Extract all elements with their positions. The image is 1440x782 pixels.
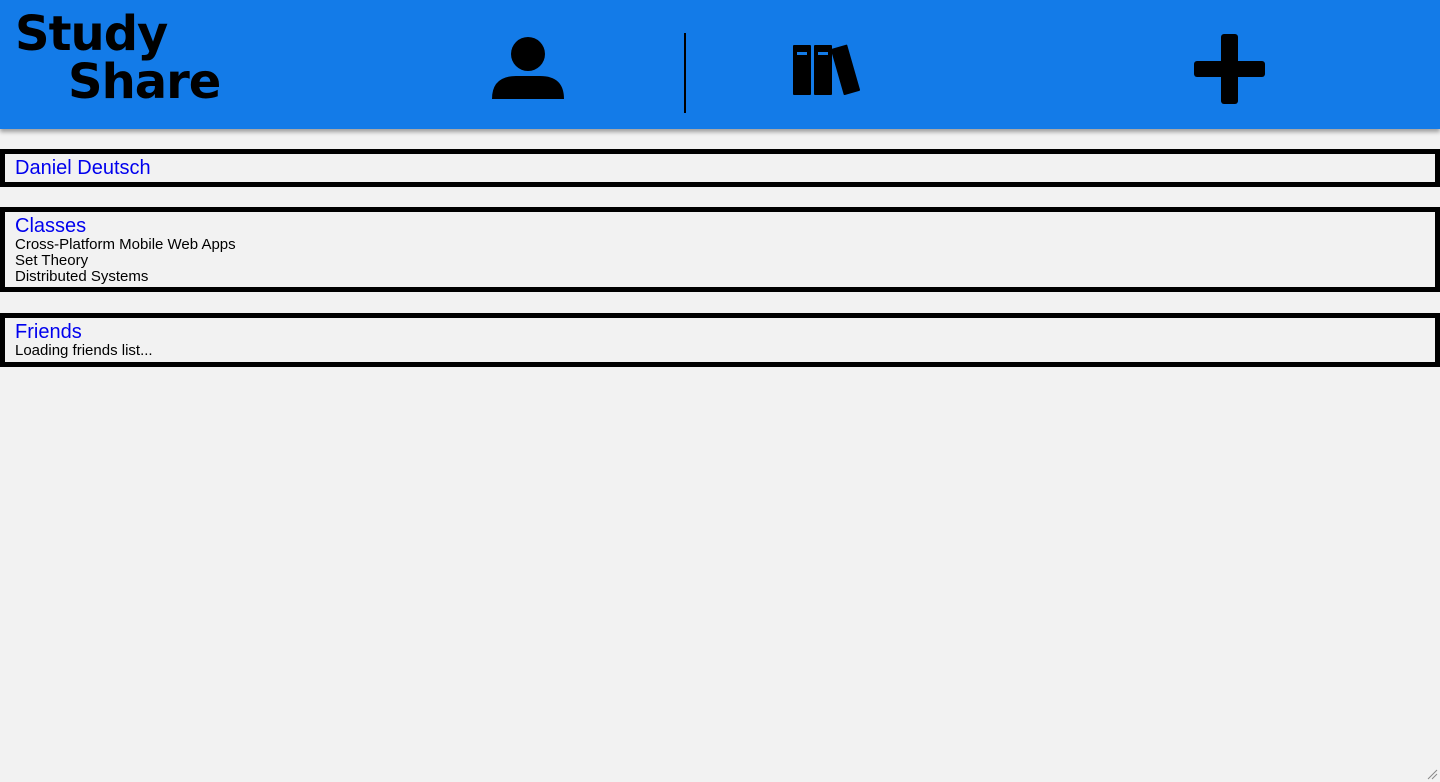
friends-card: Friends Loading friends list...: [0, 313, 1440, 367]
nav-divider: [684, 33, 686, 113]
friends-loading-text: Loading friends list...: [15, 342, 153, 359]
profile-name-link[interactable]: Daniel Deutsch: [15, 157, 1425, 179]
user-icon: [492, 37, 564, 99]
add-nav-button[interactable]: [1192, 32, 1266, 106]
logo-line-2: Share: [68, 54, 221, 110]
plus-icon: [1194, 34, 1265, 104]
app-logo[interactable]: Study Share: [15, 6, 221, 110]
profile-nav-button[interactable]: [488, 34, 568, 104]
resize-grip-icon[interactable]: [1426, 768, 1438, 780]
library-nav-button[interactable]: [790, 42, 866, 98]
app-header: Study Share: [0, 0, 1440, 129]
class-item: Distributed Systems: [15, 268, 149, 285]
classes-title-link[interactable]: Classes: [15, 215, 1425, 237]
books-icon: [793, 44, 861, 96]
friends-title-link[interactable]: Friends: [15, 321, 1425, 343]
profile-name-card: Daniel Deutsch: [0, 149, 1440, 187]
class-item: Cross-Platform Mobile Web Apps: [15, 236, 236, 253]
class-item: Set Theory: [15, 252, 89, 269]
classes-card: Classes Cross-Platform Mobile Web Apps S…: [0, 207, 1440, 292]
logo-line-1: Study: [15, 6, 168, 62]
